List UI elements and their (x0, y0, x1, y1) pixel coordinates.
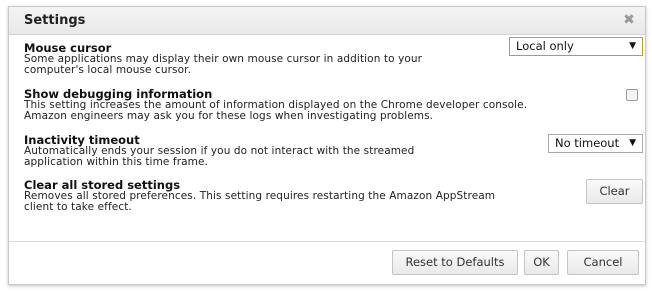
clear-button[interactable]: Clear (586, 179, 643, 204)
inactivity-timeout-select[interactable]: No timeout ▼ (548, 134, 643, 153)
footer-divider (9, 241, 645, 242)
setting-description-line: Amazon engineers may ask you for these l… (24, 110, 434, 122)
close-icon[interactable]: ✖ (621, 12, 637, 28)
setting-inactivity-timeout: Inactivity timeout Automatically ends yo… (24, 134, 414, 168)
setting-description-line: computer's local mouse cursor. (24, 64, 192, 76)
select-value: No timeout (555, 136, 620, 150)
chevron-down-icon: ▼ (629, 138, 636, 148)
debugging-checkbox[interactable] (626, 89, 638, 101)
chevron-down-icon: ▼ (629, 41, 636, 51)
setting-mouse-cursor: Mouse cursor Some applications may displ… (24, 42, 422, 76)
settings-dialog: Settings ✖ Mouse cursor Some application… (8, 6, 646, 285)
setting-description-line: client to take effect. (24, 201, 132, 213)
setting-description-line: application within this time frame. (24, 156, 208, 168)
setting-debugging-info: Show debugging information This setting … (24, 88, 527, 122)
dialog-titlebar: Settings ✖ (9, 7, 645, 35)
setting-clear-stored: Clear all stored settings Removes all st… (24, 179, 495, 213)
select-value: Local only (516, 39, 574, 53)
ok-button[interactable]: OK (524, 250, 559, 275)
dialog-title: Settings (24, 13, 86, 28)
cancel-button[interactable]: Cancel (567, 250, 639, 275)
reset-to-defaults-button[interactable]: Reset to Defaults (392, 250, 518, 275)
mouse-cursor-select[interactable]: Local only ▼ (509, 37, 643, 56)
